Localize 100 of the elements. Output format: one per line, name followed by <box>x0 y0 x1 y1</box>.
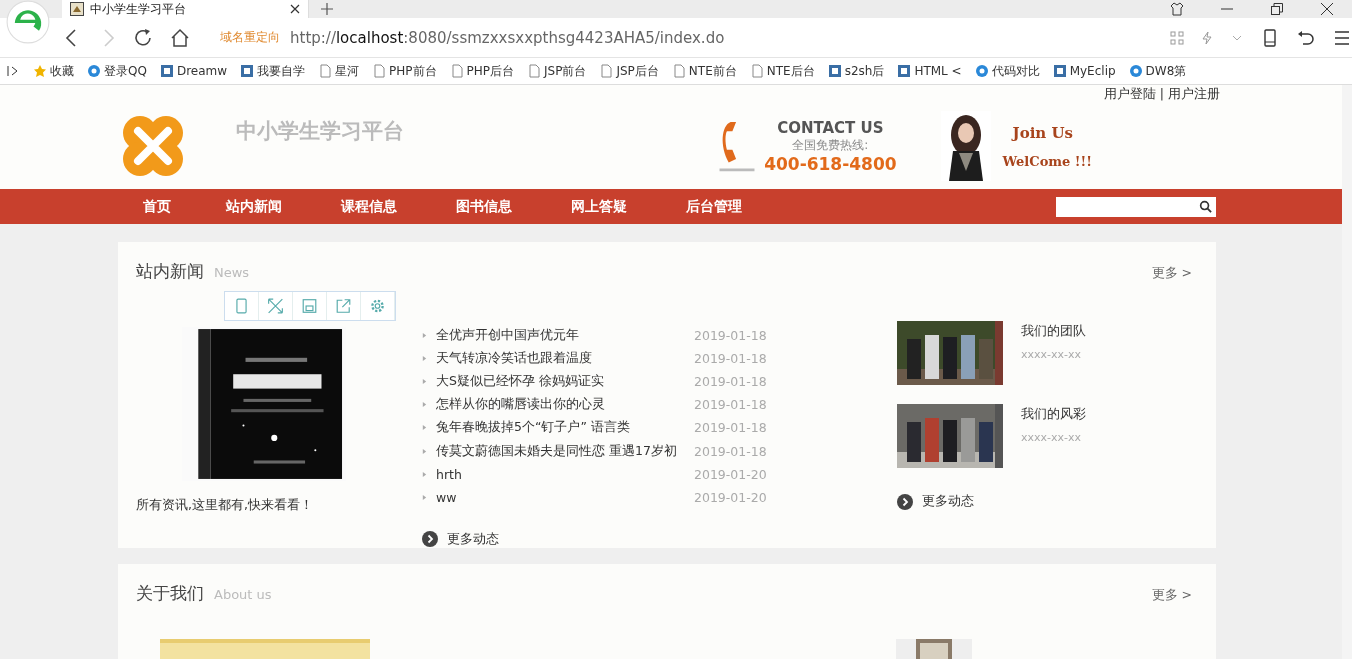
bookmark-label: JSP前台 <box>544 62 587 80</box>
bookmark-label: MyEclip <box>1069 64 1116 78</box>
page-icon <box>671 64 686 78</box>
address-field[interactable]: http://localhost:8080/ssmzxxsxxpthsg4423AHA5/index.do <box>290 28 725 47</box>
page-icon <box>599 64 614 78</box>
news-date: 2019-01-20 <box>694 489 767 505</box>
close-icon[interactable] <box>290 4 300 14</box>
square-icon <box>1052 64 1067 78</box>
bullet-icon <box>422 377 427 385</box>
news-link[interactable]: 怎样从你的嘴唇读出你的心灵 <box>436 396 694 414</box>
page-icon <box>318 64 333 78</box>
ring-icon <box>974 64 989 78</box>
nav-link[interactable]: 网上答疑 <box>571 197 686 216</box>
news-link[interactable]: 大S疑似已经怀孕 徐妈妈证实 <box>436 372 694 390</box>
join-us-heading: Join Us <box>1012 123 1074 142</box>
close-icon[interactable] <box>1320 2 1334 16</box>
news-date: 2019-01-20 <box>694 466 767 482</box>
bullet-icon <box>422 401 427 409</box>
search-icon[interactable] <box>1199 200 1212 214</box>
nav-link[interactable]: 后台管理 <box>686 197 801 216</box>
star-icon <box>33 64 47 78</box>
favicon-icon <box>70 2 84 16</box>
page-icon <box>449 64 464 78</box>
square-icon <box>240 64 255 78</box>
bookmark-label: s2sh后 <box>844 62 885 80</box>
news-caption: 所有资讯,这里都有,快来看看！ <box>136 497 314 515</box>
news-date: 2019-01-18 <box>694 350 767 366</box>
bookmark-label: 星河 <box>335 62 360 80</box>
reload-icon[interactable] <box>134 27 154 48</box>
bookmark-label: NTE前台 <box>688 62 737 80</box>
redirect-label: 域名重定向 <box>220 29 280 46</box>
bookmark-label: HTML < <box>914 64 962 78</box>
bookmark-label: DW8第 <box>1145 62 1187 80</box>
more-news-link[interactable]: 更多动态 <box>922 493 974 511</box>
gallery-link[interactable]: 我们的风彩 <box>1021 405 1086 424</box>
bookmark-label: PHP后台 <box>466 62 515 80</box>
bookmark-label: Dreamw <box>176 64 228 78</box>
nav-link[interactable]: 图书信息 <box>456 197 571 216</box>
page-icon <box>749 64 764 78</box>
ring-icon <box>87 64 101 78</box>
chevron-circle-icon[interactable] <box>897 494 913 510</box>
bullet-icon <box>422 424 427 432</box>
news-date: 2019-01-18 <box>694 443 767 459</box>
news-date: 2019-01-18 <box>694 420 767 436</box>
news-date: 2019-01-18 <box>694 397 767 413</box>
welcome-text: WelCome !!! <box>1002 153 1092 169</box>
bullet-icon <box>422 354 427 362</box>
ring-icon <box>1128 64 1143 78</box>
section-subtitle: About us <box>214 587 272 602</box>
gallery-link[interactable]: 我们的团队 <box>1021 322 1086 341</box>
nav-link[interactable]: 首页 <box>143 197 226 216</box>
bookmark-label: JSP后台 <box>616 62 659 80</box>
bullet-icon <box>422 331 427 339</box>
news-link[interactable]: ww <box>436 489 694 505</box>
home-icon[interactable] <box>170 27 190 48</box>
new-tab-icon[interactable] <box>321 3 333 15</box>
news-date: 2019-01-18 <box>694 373 767 389</box>
hotline-label: 全国免费热线: <box>792 136 869 154</box>
search-field[interactable] <box>1056 196 1216 217</box>
square-icon <box>827 64 842 78</box>
chevron-circle-icon[interactable] <box>422 531 438 548</box>
square-icon <box>159 64 174 78</box>
bookmark-label: 代码对比 <box>991 62 1040 80</box>
section-title: 站内新闻 <box>136 260 204 284</box>
page-icon <box>527 64 542 78</box>
nav-link[interactable]: 课程信息 <box>341 197 456 216</box>
bookmark-label: NTE后台 <box>766 62 815 80</box>
bullet-icon <box>422 447 427 455</box>
news-link[interactable]: 天气转凉冷笑话也跟着温度 <box>436 349 694 367</box>
bullet-icon <box>422 493 427 501</box>
news-link[interactable]: 传莫文蔚德国未婚夫是同性恋 重遇17岁初 <box>436 442 694 460</box>
bookmark-label: 收藏 <box>50 62 74 80</box>
gallery-date: xxxx-xx-xx <box>1021 348 1083 362</box>
gallery-date: xxxx-xx-xx <box>1021 431 1083 445</box>
page-icon <box>372 64 387 78</box>
bookmark-label: 登录QQ <box>104 62 147 80</box>
news-link[interactable]: 兔年春晚拔掉5个“钉子户” 语言类 <box>436 419 694 437</box>
more-link[interactable]: 更多 > <box>1151 587 1192 604</box>
register-link[interactable]: 用户注册 <box>1168 86 1220 103</box>
section-subtitle: News <box>214 265 250 281</box>
lightning-icon[interactable] <box>1200 30 1214 45</box>
section-title: 关于我们 <box>136 582 204 605</box>
news-date: 2019-01-18 <box>694 327 767 343</box>
sidebar-toggle-icon[interactable] <box>6 64 20 78</box>
square-icon <box>897 64 912 78</box>
browser-tab[interactable]: 中小学生学习平台 <box>62 0 309 18</box>
login-link[interactable]: 用户登陆 <box>1103 86 1156 103</box>
nav-link[interactable]: 站内新闻 <box>226 197 341 216</box>
news-link[interactable]: hrth <box>436 466 694 482</box>
more-link[interactable]: 更多 > <box>1151 265 1192 283</box>
more-news-link[interactable]: 更多动态 <box>447 531 499 548</box>
shirt-icon[interactable] <box>1170 2 1184 16</box>
bookmark-label: PHP前台 <box>389 62 437 80</box>
link-separator: | <box>1159 86 1164 103</box>
site-title: 中小学生学习平台 <box>236 118 404 145</box>
phone-number: 400-618-4800 <box>764 153 897 174</box>
restore-icon[interactable] <box>1270 2 1284 16</box>
contact-heading: CONTACT US <box>777 118 884 137</box>
bullet-icon <box>422 470 427 478</box>
news-link[interactable]: 全优声开创中国声优元年 <box>436 326 694 344</box>
